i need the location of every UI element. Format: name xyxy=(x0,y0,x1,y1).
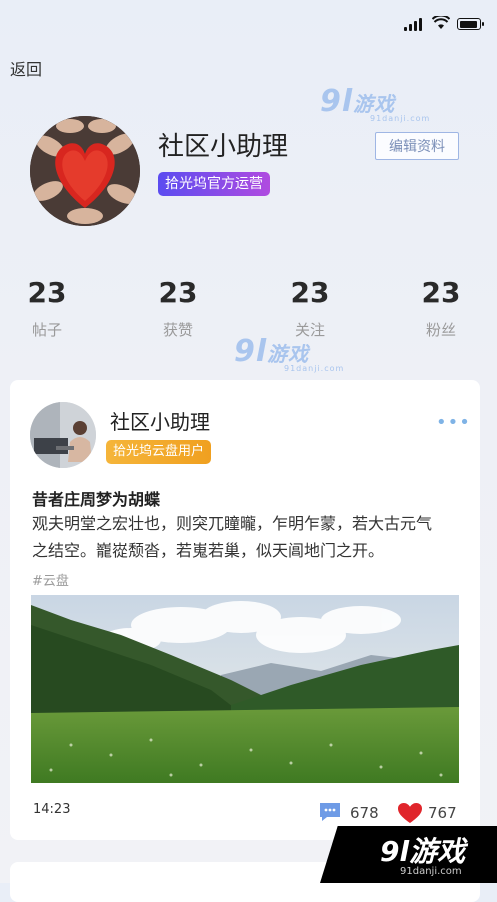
site-logo-text: 9l游戏 xyxy=(380,830,465,870)
more-dots-icon[interactable]: ••• xyxy=(436,412,471,433)
post-title: 昔者庄周梦为胡蝶 xyxy=(32,490,161,509)
like-count: 767 xyxy=(428,804,457,822)
site-logo-number: 9l xyxy=(380,835,410,868)
comment-count: 678 xyxy=(350,804,379,822)
profile-name: 社区小助理 xyxy=(158,132,289,162)
stat-value: 23 xyxy=(290,276,330,309)
stat-posts[interactable]: 23 帖子 xyxy=(2,276,92,340)
cellular-signal-icon xyxy=(404,18,424,31)
heart-icon[interactable] xyxy=(397,802,423,824)
stat-label: 粉丝 xyxy=(425,321,456,339)
edit-profile-button[interactable]: 编辑资料 xyxy=(375,132,459,160)
post-time: 14:23 xyxy=(33,802,71,817)
status-bar xyxy=(0,0,497,44)
post-author-name[interactable]: 社区小助理 xyxy=(110,406,210,435)
stat-following[interactable]: 23 关注 xyxy=(265,276,355,340)
watermark-url: 91danji.com xyxy=(370,114,431,123)
battery-icon xyxy=(457,18,484,30)
site-logo-name: 游戏 xyxy=(409,835,466,868)
stat-followers[interactable]: 23 粉丝 xyxy=(396,276,486,340)
post-body-line: 之结空。巃嵸颓沓，若嵬若巢，似天阊地门之开。 xyxy=(32,541,385,560)
stat-value: 23 xyxy=(27,276,67,309)
watermark-text: 游戏 xyxy=(353,92,396,116)
stat-label: 帖子 xyxy=(31,321,62,339)
post-body-line: 观夫明堂之宏壮也，则突兀瞳曨，乍明乍蒙，若大古元气 xyxy=(32,514,433,533)
wifi-icon xyxy=(432,16,450,29)
site-logo: 9l游戏 91danji.com xyxy=(320,826,497,883)
watermark-number: 9l xyxy=(234,334,268,369)
watermark-logo: 9l游戏 91danji.com xyxy=(234,334,343,373)
stat-likes[interactable]: 23 获赞 xyxy=(133,276,223,340)
official-badge: 拾光坞官方运营 xyxy=(158,172,270,196)
back-button[interactable]: 返回 xyxy=(10,56,42,80)
profile-avatar[interactable] xyxy=(30,116,140,226)
site-logo-url: 91danji.com xyxy=(400,866,462,877)
post-image[interactable] xyxy=(31,595,459,783)
watermark-number: 9l xyxy=(320,84,354,119)
post-author-avatar[interactable] xyxy=(30,402,96,468)
watermark-text: 游戏 xyxy=(267,342,310,366)
cloud-user-badge: 拾光坞云盘用户 xyxy=(106,440,212,464)
post-tag[interactable]: #云盘 xyxy=(32,570,69,589)
watermark-logo: 9l游戏 91danji.com xyxy=(320,84,429,123)
stat-label: 获赞 xyxy=(162,321,193,339)
watermark-url: 91danji.com xyxy=(284,364,345,373)
stat-value: 23 xyxy=(158,276,198,309)
comment-icon[interactable] xyxy=(318,802,342,822)
stat-value: 23 xyxy=(421,276,461,309)
post-body: 观夫明堂之宏壮也，则突兀瞳曨，乍明乍蒙，若大古元气 之结空。巃嵸颓沓，若嵬若巢，… xyxy=(32,510,462,564)
